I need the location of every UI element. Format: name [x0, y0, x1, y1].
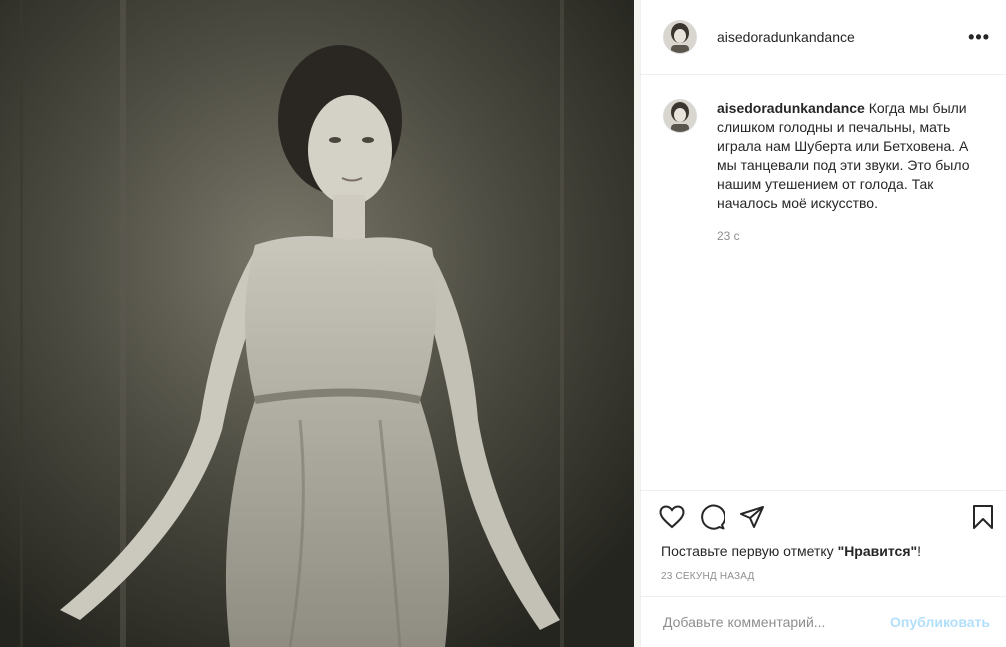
publish-button[interactable]: Опубликовать: [890, 614, 990, 630]
author-avatar[interactable]: [663, 20, 697, 54]
caption-row: aisedoradunkandance Когда мы были слишко…: [663, 99, 990, 246]
post-timestamp[interactable]: 23 секунд назад: [641, 559, 1006, 589]
post-image[interactable]: [0, 0, 634, 647]
caption-text: Когда мы были слишком голодны и печальны…: [717, 100, 970, 211]
action-bar: [641, 491, 1006, 543]
caption-time[interactable]: 23 с: [717, 227, 987, 246]
comment-input[interactable]: [661, 613, 891, 631]
likes-suffix: !: [917, 543, 922, 559]
more-icon[interactable]: •••: [968, 27, 990, 48]
bookmark-icon[interactable]: [954, 497, 994, 537]
heart-icon[interactable]: [659, 497, 699, 537]
actions-section: Поставьте первую отметку "Нравится"! 23 …: [641, 490, 1006, 589]
comments-area: aisedoradunkandance Когда мы были слишко…: [641, 75, 1006, 490]
instagram-post: aisedoradunkandance ••• aisedoradunkanda…: [0, 0, 1006, 647]
post-header: aisedoradunkandance •••: [641, 0, 1006, 75]
caption-username[interactable]: aisedoradunkandance: [717, 100, 865, 116]
caption-body: aisedoradunkandance Когда мы были слишко…: [717, 99, 987, 246]
avatar-image: [664, 21, 696, 53]
avatar-image: [664, 100, 696, 132]
add-comment-bar: Опубликовать: [641, 596, 1006, 647]
share-icon[interactable]: [739, 497, 779, 537]
likes-prefix: Поставьте первую отметку: [661, 543, 838, 559]
dancer-portrait: [0, 0, 634, 647]
comment-icon[interactable]: [699, 497, 739, 537]
caption-avatar[interactable]: [663, 99, 697, 133]
author-username[interactable]: aisedoradunkandance: [717, 29, 968, 45]
likes-text: Поставьте первую отметку "Нравится"!: [641, 543, 1006, 559]
likes-like-word[interactable]: "Нравится": [838, 543, 918, 559]
post-sidebar: aisedoradunkandance ••• aisedoradunkanda…: [640, 0, 1006, 647]
